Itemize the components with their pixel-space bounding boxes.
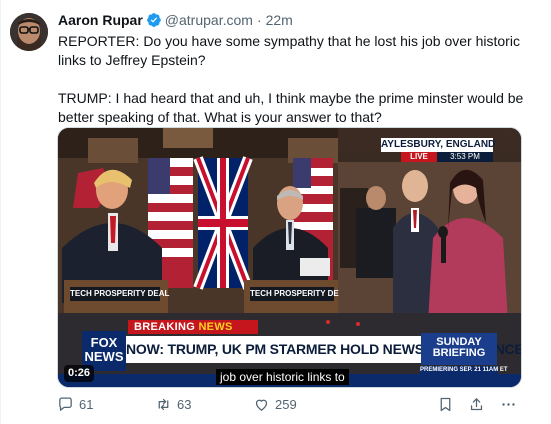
- tweet-paragraph: TRUMP: I had heard that and uh, I think …: [58, 90, 524, 125]
- bookmark-button[interactable]: [437, 394, 454, 414]
- share-icon: [470, 397, 483, 410]
- like-icon: [255, 399, 268, 411]
- author-name[interactable]: Aaron Rupar: [58, 12, 143, 28]
- avatar[interactable]: [10, 13, 48, 51]
- author-handle[interactable]: @atrupar.com: [165, 12, 253, 28]
- show-line: BRIEFING: [432, 347, 486, 359]
- breaking-news-banner: BREAKING NEWS: [128, 320, 258, 334]
- timestamp[interactable]: 22m: [266, 12, 293, 28]
- like-button[interactable]: 259: [253, 394, 297, 414]
- repost-button[interactable]: 63: [155, 394, 191, 414]
- share-button[interactable]: [468, 394, 485, 414]
- separator-dot: ·: [256, 12, 262, 28]
- video-player[interactable]: AYLESBURY, ENGLAND LIVE 3:53 PM TECH PRO…: [57, 127, 522, 388]
- tweet-header: Aaron Rupar @atrupar.com · 22m: [58, 10, 293, 30]
- podium-sign: TECH PROSPERITY DEAL: [70, 289, 170, 298]
- bookmark-icon: [440, 397, 451, 411]
- more-button[interactable]: [500, 394, 517, 414]
- headline-chyron: NOW: TRUMP, UK PM STARMER HOLD NEWS CONF…: [126, 336, 521, 363]
- like-count: 259: [275, 396, 297, 412]
- repost-count: 63: [177, 396, 192, 412]
- column-border: [0, 0, 1, 424]
- podium-sign: TECH PROSPERITY DE: [250, 289, 339, 298]
- repost-icon: [158, 398, 169, 410]
- show-premiere-text: PREMIERING SEP. 21 11AM ET: [420, 366, 508, 375]
- video-duration: 0:26: [64, 365, 95, 382]
- show-logo: SUNDAY BRIEFING: [421, 333, 497, 365]
- tweet-actions: 61 63 259: [57, 394, 520, 414]
- network-line: NEWS: [84, 349, 124, 364]
- reply-icon: [59, 396, 72, 411]
- location-chyron: AYLESBURY, ENGLAND: [381, 138, 496, 152]
- live-time: 3:53 PM: [437, 152, 493, 162]
- tweet-paragraph: REPORTER: Do you have some sympathy that…: [58, 33, 520, 68]
- news-label: NEWS: [198, 321, 233, 333]
- verified-badge-icon: [146, 12, 162, 28]
- closed-caption: job over historic links to: [216, 369, 349, 385]
- breaking-label: BREAKING: [134, 321, 196, 333]
- reply-button[interactable]: 61: [57, 394, 93, 414]
- tweet-text: REPORTER: Do you have some sympathy that…: [58, 32, 528, 127]
- reply-count: 61: [79, 396, 94, 412]
- network-line: FOX: [90, 335, 118, 350]
- more-icon: [502, 402, 515, 406]
- live-badge: LIVE: [401, 152, 437, 162]
